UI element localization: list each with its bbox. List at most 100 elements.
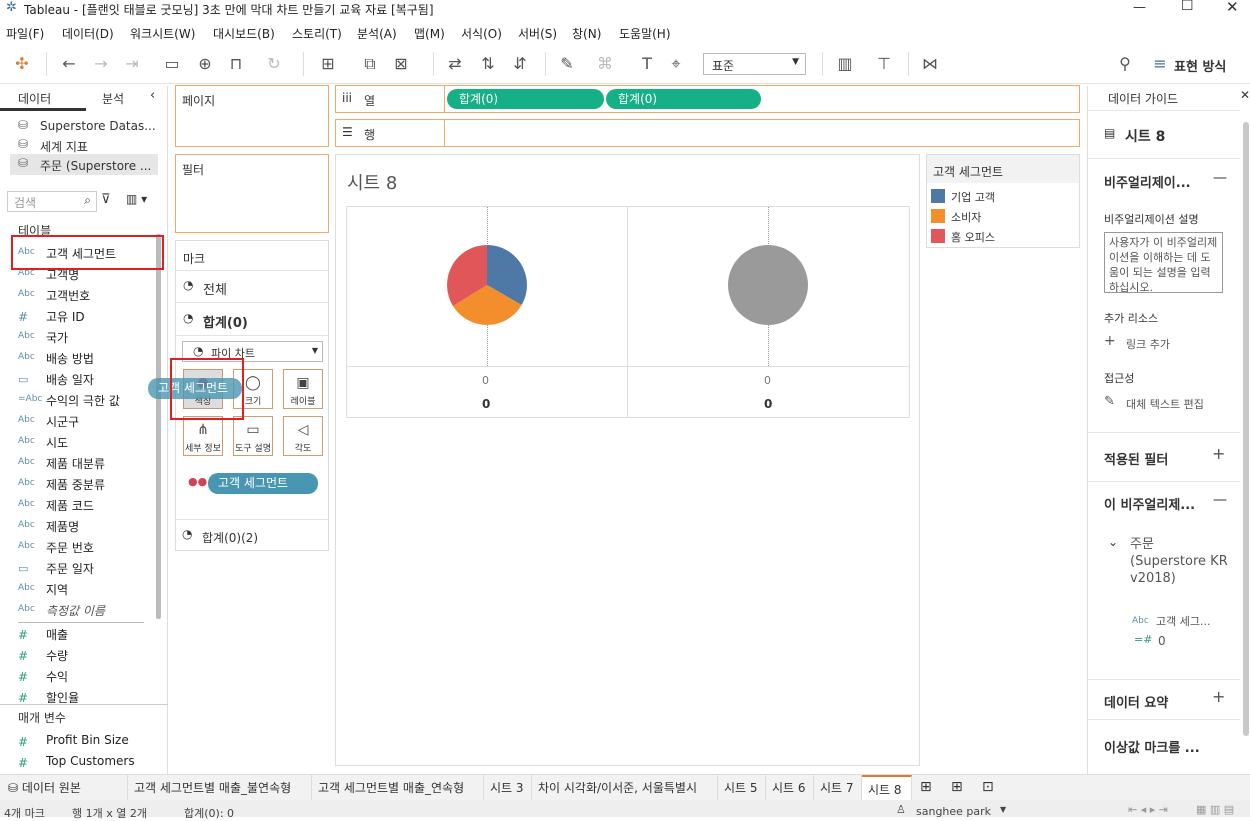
presentation-icon[interactable]: ⊤ — [872, 52, 896, 76]
tab-sheet[interactable]: 시트 3 — [484, 775, 532, 801]
menu-map[interactable]: 맵(M) — [414, 25, 445, 42]
menu-help[interactable]: 도움말(H) — [619, 25, 671, 42]
nav-arrows-icon[interactable]: ⇤ ◂ ▸ ⇥ — [1128, 803, 1168, 816]
view-options-icon[interactable]: ▥ ▾ — [126, 192, 147, 206]
tab-analysis[interactable]: 분석 — [102, 90, 124, 107]
show-me-button[interactable]: 표현 방식 — [1174, 56, 1226, 75]
pages-shelf[interactable]: 페이지 — [175, 85, 329, 147]
tab-sheet[interactable]: 시트 5 — [718, 775, 766, 801]
pie-chart-1[interactable] — [437, 235, 537, 335]
measure-item[interactable]: # 수량 — [0, 645, 150, 666]
field-item[interactable]: 고객 세그... — [1156, 613, 1210, 629]
grid-view-icon[interactable]: ▦ ▥ ▤ — [1196, 803, 1234, 816]
marks-all-tab[interactable]: 전체 — [203, 279, 227, 298]
plus-icon[interactable]: + — [1212, 687, 1225, 706]
menu-worksheet[interactable]: 워크시트(W) — [130, 25, 195, 42]
maximize-icon[interactable]: ☐ — [1181, 0, 1194, 14]
field-item[interactable]: Abc 제품 코드 — [0, 495, 150, 516]
search-input[interactable]: 검색 ⌕ — [7, 191, 97, 212]
chevron-down-icon[interactable]: ▼ — [1000, 805, 1006, 814]
close-icon[interactable]: ✕ — [1240, 88, 1250, 102]
column-pill-2[interactable]: 합계(0) — [606, 89, 761, 109]
label-button[interactable]: ▣ 레이블 — [283, 369, 323, 409]
param-item[interactable]: # Top Customers — [0, 752, 150, 773]
view-area[interactable]: 시트 8 0 0 0 0 — [335, 154, 920, 766]
undo-icon[interactable]: ← — [57, 52, 81, 76]
field-item[interactable]: Abc 제품명 — [0, 516, 150, 537]
refresh-icon[interactable]: ↻ — [262, 52, 286, 76]
angle-button[interactable]: ◁ 각도 — [283, 416, 323, 456]
field-item[interactable]: # 고유 ID — [0, 306, 150, 327]
field-item[interactable]: Abc 국가 — [0, 327, 150, 348]
tab-sheet[interactable]: 고객 세그먼트별 매출_불연속형 — [128, 775, 312, 801]
datasource-item[interactable]: ⛁ 세계 지표 — [18, 137, 158, 155]
field-item[interactable]: ▭ 주문 일자 — [0, 558, 150, 579]
scrollbar[interactable] — [1243, 122, 1249, 736]
pie-chart-2[interactable] — [718, 235, 818, 335]
menu-server[interactable]: 서버(S) — [518, 25, 557, 42]
menu-analysis[interactable]: 분석(A) — [357, 25, 397, 42]
alt-text-link[interactable]: 대체 텍스트 편집 — [1126, 396, 1204, 412]
status-user[interactable]: sanghee park — [916, 805, 991, 818]
collapse-icon[interactable]: — — [1213, 492, 1227, 508]
collapse-icon[interactable]: — — [1213, 170, 1227, 186]
detail-button[interactable]: ⋔ 세부 정보 — [183, 416, 223, 456]
plus-icon[interactable]: + — [1212, 444, 1225, 463]
marks-sum2-tab[interactable]: 합계(0)(2) — [202, 529, 258, 546]
show-cards-icon[interactable]: ▥ — [833, 52, 857, 76]
tab-sheet[interactable]: 고객 세그먼트별 매출_연속형 — [312, 775, 484, 801]
new-story-icon[interactable]: ⊡ — [982, 779, 994, 795]
collapse-icon[interactable]: ‹ — [150, 88, 155, 103]
data-summary-title[interactable]: 데이터 요약 — [1104, 692, 1168, 711]
fit-select[interactable]: 표준 ▼ — [703, 53, 806, 75]
tooltip-button[interactable]: ▭ 도구 설명 — [233, 416, 273, 456]
group-icon[interactable]: ⌘ — [593, 52, 617, 76]
filter-icon[interactable]: ⊽ — [101, 192, 111, 207]
field-item[interactable]: Abc 주문 번호 — [0, 537, 150, 558]
columns-shelf[interactable]: 합계(0) 합계(0) — [444, 85, 1080, 113]
field-item[interactable]: Abc 지역 — [0, 579, 150, 600]
paint-icon[interactable]: ⚲ — [1113, 52, 1137, 76]
tab-sheet[interactable]: 시트 7 — [814, 775, 862, 801]
rows-shelf[interactable] — [444, 119, 1080, 147]
swap-icon[interactable]: ⇄ — [443, 52, 467, 76]
legend-item[interactable]: 기업 고객 — [931, 188, 1071, 204]
tab-sheet-active[interactable]: 시트 8 — [862, 775, 912, 801]
field-item[interactable]: Abc 고객번호 — [0, 285, 150, 306]
new-sheet-icon[interactable]: ⊞ — [920, 779, 932, 795]
new-dashboard-icon[interactable]: ⊞ — [951, 779, 963, 795]
applied-filters-title[interactable]: 적용된 필터 — [1104, 449, 1168, 468]
new-worksheet-icon[interactable]: ⊞ — [316, 52, 340, 76]
field-item[interactable]: 0 — [1158, 634, 1166, 648]
menu-window[interactable]: 창(N) — [572, 25, 601, 42]
menu-format[interactable]: 서식(O) — [461, 25, 502, 42]
color-pill[interactable]: 고객 세그먼트 — [208, 473, 318, 494]
field-item[interactable]: Abc 배송 방법 — [0, 348, 150, 369]
show-me-icon[interactable]: ≡ — [1148, 52, 1172, 76]
measure-item[interactable]: # 매출 — [0, 624, 150, 645]
field-item[interactable]: =Abc 수익의 극한 값 — [0, 390, 150, 411]
menu-story[interactable]: 스토리(T) — [292, 25, 342, 42]
field-item[interactable]: Abc 시도 — [0, 432, 150, 453]
duplicate-icon[interactable]: ⧉ — [358, 52, 382, 76]
sort-desc-icon[interactable]: ⇵ — [508, 52, 532, 76]
sort-asc-icon[interactable]: ⇅ — [476, 52, 500, 76]
save-icon[interactable]: ▭ — [160, 52, 184, 76]
label-icon[interactable]: T — [635, 52, 659, 76]
tab-datasource[interactable]: ⛁ 데이터 원본 — [0, 775, 128, 801]
legend-item[interactable]: 홈 오피스 — [931, 228, 1071, 244]
minimize-icon[interactable]: — — [1133, 0, 1146, 15]
field-item[interactable]: Abc 제품 대분류 — [0, 453, 150, 474]
outliers-title[interactable]: 이상값 마크를 ... — [1104, 737, 1200, 756]
close-icon[interactable]: ✕ — [1226, 0, 1239, 16]
clear-sheet-icon[interactable]: ⊠ — [389, 52, 413, 76]
scrollbar[interactable] — [156, 234, 161, 619]
param-item[interactable]: # Profit Bin Size — [0, 731, 150, 752]
field-item[interactable]: Abc 측정값 이름 — [0, 600, 150, 621]
pie-grey[interactable] — [728, 245, 808, 325]
pin-icon[interactable]: ⌖ — [664, 52, 688, 76]
pause-update-icon[interactable]: ⊓ — [224, 52, 248, 76]
chevron-down-icon[interactable]: ⌄ — [1108, 535, 1118, 549]
filters-shelf[interactable]: 필터 — [175, 154, 329, 233]
share-icon[interactable]: ⋈ — [918, 52, 942, 76]
